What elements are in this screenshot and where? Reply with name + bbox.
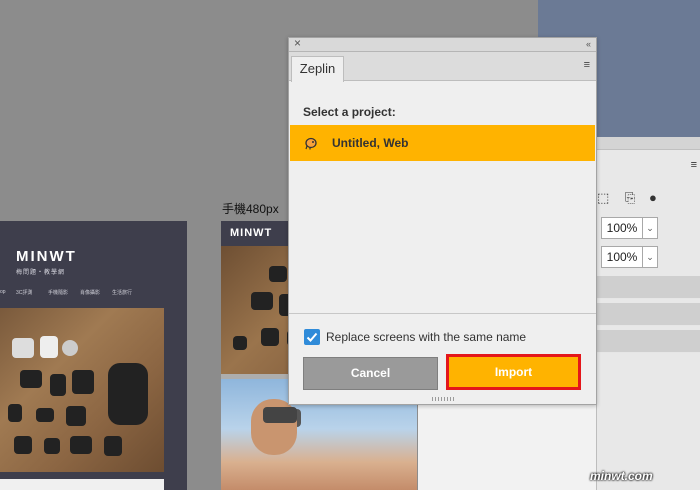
lens-shape — [50, 374, 66, 396]
layer-row[interactable] — [597, 303, 700, 326]
lens-shape — [233, 336, 247, 350]
panel-menu-icon[interactable]: ≡ — [584, 59, 590, 71]
transform-icon[interactable]: ⬚ — [597, 190, 609, 206]
artboard-photo-secondary — [0, 479, 164, 490]
zeplin-icon — [305, 137, 317, 150]
artboard-photo — [0, 308, 164, 472]
artboard-nav-item: 手機隨影 — [48, 290, 69, 296]
properties-toolbar: ⬚ ⎘ ● — [597, 188, 700, 210]
opacity-input[interactable]: 100% — [601, 217, 643, 239]
artboard-label[interactable]: 手機480px — [222, 200, 279, 217]
artboard-nav-item: 肖像攝影 — [80, 290, 101, 296]
camera-shape — [269, 266, 287, 282]
close-icon[interactable]: × — [294, 37, 301, 50]
replace-screens-label[interactable]: Replace screens with the same name — [326, 330, 526, 344]
project-item-untitled-web[interactable]: Untitled, Web — [290, 125, 595, 161]
device-shape — [40, 336, 58, 358]
device-shape — [62, 340, 78, 356]
camera-shape — [72, 370, 94, 394]
camera-shape — [263, 407, 297, 423]
lens-shape — [104, 436, 122, 456]
divider — [289, 313, 596, 314]
fill-input[interactable]: 100% — [601, 246, 643, 268]
lens-shape — [261, 328, 279, 346]
dialog-tabbar: Zeplin ≡ — [289, 52, 596, 82]
artboard-nav-item: 生活旅行 — [112, 290, 133, 296]
import-button[interactable]: Import — [449, 357, 578, 387]
lens-shape — [8, 404, 22, 422]
select-project-label: Select a project: — [303, 105, 396, 119]
lens-shape — [44, 438, 60, 454]
collapse-icon[interactable]: ‹‹ — [586, 38, 591, 51]
artboard-tagline: 梅問題・教學網 — [16, 270, 66, 276]
layer-row[interactable] — [597, 276, 700, 299]
checkmark-icon — [306, 332, 318, 342]
artboard-nav: op 3C評測 手機隨影 肖像攝影 生活旅行 — [0, 289, 187, 299]
page-icon[interactable]: ⎘ — [625, 190, 635, 206]
tab-zeplin[interactable]: Zeplin — [291, 56, 344, 82]
artboard-logo: MINWT — [230, 227, 273, 239]
project-name: Untitled, Web — [332, 136, 409, 150]
layer-row[interactable] — [597, 330, 700, 353]
artboard-nav-item: op — [0, 289, 6, 295]
lens-shape — [14, 436, 32, 454]
lens-shape — [36, 408, 54, 422]
watermark: minwt.com — [590, 469, 653, 483]
backpack-shape — [108, 363, 148, 425]
panel-menu-icon[interactable]: ≡ — [691, 159, 697, 171]
chevron-down-icon[interactable]: ⌄ — [642, 246, 658, 268]
properties-panel-header — [597, 137, 700, 150]
toggle-icon[interactable]: ● — [649, 190, 657, 205]
camera-shape — [251, 292, 273, 310]
dialog-titlebar[interactable]: × ‹‹ — [289, 37, 596, 52]
resize-grip-icon[interactable] — [432, 397, 454, 401]
artboard-nav-item: 3C評測 — [16, 290, 33, 296]
properties-panel: ≡ ⬚ ⎘ ● 100% ⌄ 100% ⌄ — [596, 137, 700, 490]
replace-screens-checkbox[interactable] — [304, 329, 320, 345]
chevron-down-icon[interactable]: ⌄ — [642, 217, 658, 239]
lens-shape — [66, 406, 86, 426]
camera-shape — [20, 370, 42, 388]
artboard-logo: MINWT — [16, 248, 77, 265]
cancel-button[interactable]: Cancel — [303, 357, 438, 390]
lens-shape — [70, 436, 92, 454]
fill-row: 100% ⌄ — [597, 246, 700, 270]
device-shape — [12, 338, 34, 358]
zeplin-dialog: × ‹‹ Zeplin ≡ Select a project: Untitled… — [288, 37, 597, 405]
artboard-desktop[interactable]: MINWT 梅問題・教學網 op 3C評測 手機隨影 肖像攝影 生活旅行 — [0, 221, 187, 490]
opacity-row: 100% ⌄ — [597, 217, 700, 241]
